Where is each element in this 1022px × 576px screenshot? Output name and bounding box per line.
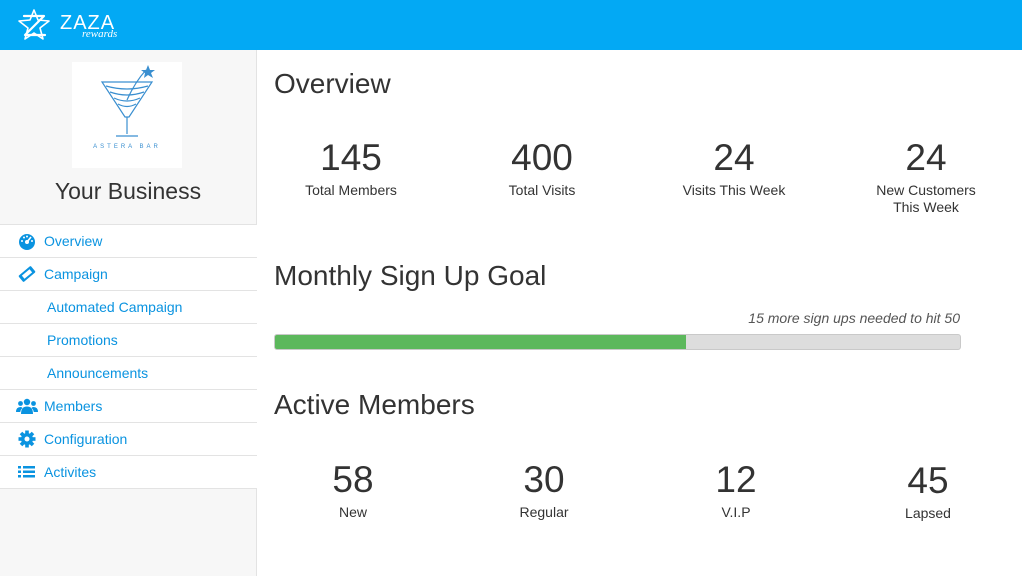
zaza-rewards-logo[interactable]: ZAZA rewards [16,7,130,43]
stat-label: Total Visits [508,182,576,198]
stat-label: Lapsed [905,505,951,521]
sidebar-item-configuration[interactable]: Configuration [0,423,257,456]
top-bar: ZAZA rewards [0,0,1022,50]
stat-value: 12 [715,459,757,500]
stat-label: Visits This Week [682,182,786,198]
sidebar-item-announcements[interactable]: Announcements [0,357,257,390]
sidebar-item-label: Activites [44,464,97,480]
overview-title: Overview [274,68,391,99]
signup-goal-progress-bar [274,334,961,350]
stat-label: V.I.P [721,504,751,520]
gear-icon [16,430,38,448]
users-icon [16,397,38,415]
sidebar-nav: Overview Campaign Automated Campaign Pro… [0,224,257,489]
stat-total-members: 145 Total Members [276,138,426,199]
sidebar-item-label: Automated Campaign [47,299,183,315]
business-name: Your Business [54,178,202,204]
goal-note: 15 more sign ups needed to hit 50 [748,310,960,326]
stat-lapsed: 45 Lapsed [853,461,1003,522]
sidebar-item-promotions[interactable]: Promotions [0,324,257,357]
sidebar-item-label: Members [44,398,103,414]
progress-fill [275,335,686,349]
stat-value: 24 [905,137,947,178]
stat-label: Regular [519,504,569,520]
active-members-title: Active Members [274,389,475,420]
stat-new: 58 New [278,460,428,521]
sidebar-item-label: Configuration [44,431,128,447]
ticket-icon [16,265,38,283]
main-content: Overview 145 Total Members 400 Total Vis… [274,50,1022,576]
stat-value: 58 [332,459,374,500]
sidebar-item-label: Overview [44,233,103,249]
list-icon [16,463,38,481]
star-swirl-logo-icon [18,9,50,40]
sidebar-item-label: Campaign [44,266,108,282]
logo-subtitle: rewards [82,28,118,40]
stat-total-visits: 400 Total Visits [467,138,617,199]
stat-value: 30 [523,459,565,500]
sidebar: ASTERA BAR Your Business Overview Campai… [0,50,257,576]
stat-new-customers-this-week: 24 New Customers This Week [851,138,1001,216]
stat-value: 145 [320,137,382,178]
stat-vip: 12 V.I.P [661,460,811,521]
dashboard-icon [16,232,38,250]
sidebar-item-overview[interactable]: Overview [0,225,257,258]
stat-regular: 30 Regular [469,460,619,521]
sidebar-item-label: Promotions [47,332,118,348]
stat-value: 45 [907,460,949,501]
stat-value: 24 [713,137,755,178]
sidebar-item-members[interactable]: Members [0,390,257,423]
stat-value: 400 [511,137,573,178]
stat-label: New [338,504,367,520]
business-logo-text: ASTERA BAR [93,144,161,150]
sidebar-item-automated-campaign[interactable]: Automated Campaign [0,291,257,324]
sidebar-item-activites[interactable]: Activites [0,456,257,489]
stat-visits-this-week: 24 Visits This Week [659,138,809,199]
sidebar-item-campaign[interactable]: Campaign [0,258,257,291]
stat-label: New Customers This Week [876,182,976,215]
goal-title: Monthly Sign Up Goal [274,260,547,291]
stat-label: Total Members [305,182,397,198]
sidebar-item-label: Announcements [47,365,149,381]
business-logo: ASTERA BAR [72,62,182,168]
